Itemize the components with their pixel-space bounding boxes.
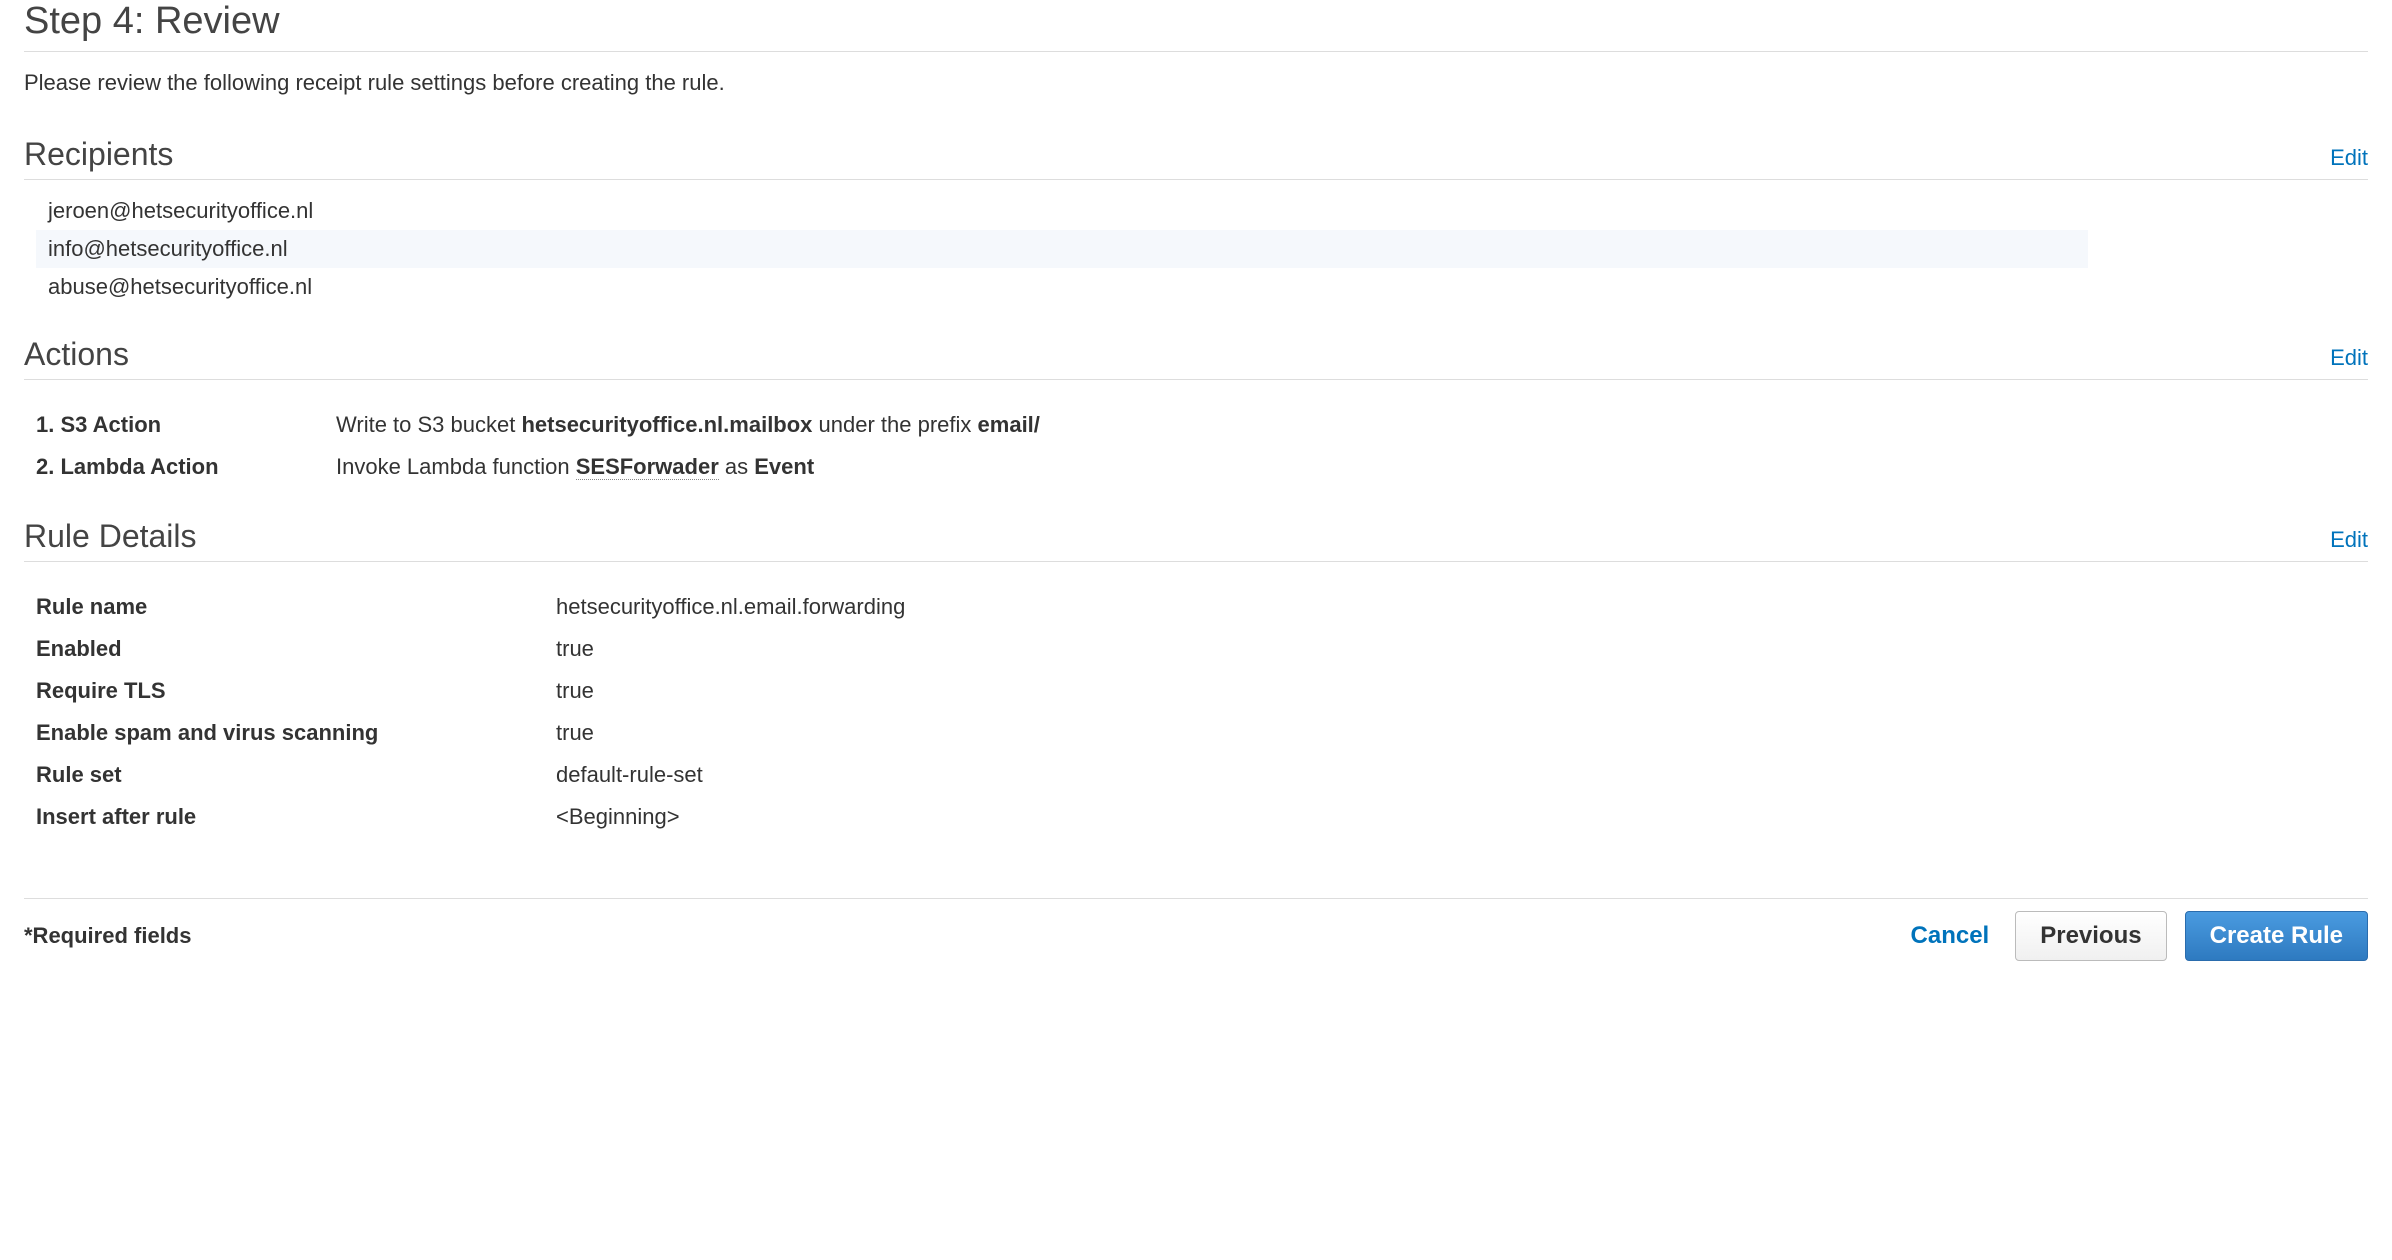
action-text: Write to S3 bucket [336, 412, 521, 437]
detail-row-enabled: Enabled true [36, 628, 2368, 670]
detail-label: Rule set [36, 762, 556, 788]
action-text: Invoke Lambda function [336, 454, 576, 479]
recipients-edit-link[interactable]: Edit [2330, 145, 2368, 171]
intro-text: Please review the following receipt rule… [24, 70, 2368, 96]
action-desc: Write to S3 bucket hetsecurityoffice.nl.… [336, 412, 1040, 438]
detail-row-spam-scan: Enable spam and virus scanning true [36, 712, 2368, 754]
recipient-row: jeroen@hetsecurityoffice.nl [36, 192, 2088, 230]
create-rule-button[interactable]: Create Rule [2185, 911, 2368, 961]
action-label: 1. S3 Action [36, 412, 336, 438]
detail-value: true [556, 720, 594, 746]
detail-label: Enable spam and virus scanning [36, 720, 556, 746]
detail-label: Rule name [36, 594, 556, 620]
detail-value: default-rule-set [556, 762, 703, 788]
action-lambda-function: SESForwader [576, 454, 719, 480]
recipient-row: info@hetsecurityoffice.nl [36, 230, 2088, 268]
action-label: 2. Lambda Action [36, 454, 336, 480]
recipients-list: jeroen@hetsecurityoffice.nl info@hetsecu… [36, 192, 2368, 306]
action-row-lambda: 2. Lambda Action Invoke Lambda function … [36, 446, 2368, 488]
action-row-s3: 1. S3 Action Write to S3 bucket hetsecur… [36, 404, 2368, 446]
detail-row-insert-after: Insert after rule <Beginning> [36, 796, 2368, 838]
actions-edit-link[interactable]: Edit [2330, 345, 2368, 371]
cancel-button[interactable]: Cancel [1903, 922, 1998, 950]
actions-block: 1. S3 Action Write to S3 bucket hetsecur… [36, 404, 2368, 488]
action-prefix: email/ [978, 412, 1040, 437]
footer-buttons: Cancel Previous Create Rule [1903, 911, 2368, 961]
rule-details-block: Rule name hetsecurityoffice.nl.email.for… [36, 586, 2368, 838]
footer: *Required fields Cancel Previous Create … [24, 898, 2368, 961]
action-text: as [719, 454, 754, 479]
detail-value: true [556, 636, 594, 662]
recipient-row: abuse@hetsecurityoffice.nl [36, 268, 2088, 306]
rule-details-edit-link[interactable]: Edit [2330, 527, 2368, 553]
detail-label: Enabled [36, 636, 556, 662]
recipients-header: Recipients Edit [24, 136, 2368, 180]
action-desc: Invoke Lambda function SESForwader as Ev… [336, 454, 814, 480]
actions-header: Actions Edit [24, 336, 2368, 380]
action-text: under the prefix [812, 412, 977, 437]
action-bucket: hetsecurityoffice.nl.mailbox [521, 412, 812, 437]
required-fields-note: *Required fields [24, 923, 191, 949]
detail-label: Insert after rule [36, 804, 556, 830]
detail-value: <Beginning> [556, 804, 680, 830]
previous-button[interactable]: Previous [2015, 911, 2166, 961]
rule-details-title: Rule Details [24, 518, 197, 555]
rule-details-header: Rule Details Edit [24, 518, 2368, 562]
detail-row-tls: Require TLS true [36, 670, 2368, 712]
detail-label: Require TLS [36, 678, 556, 704]
detail-row-rule-set: Rule set default-rule-set [36, 754, 2368, 796]
actions-title: Actions [24, 336, 129, 373]
action-invoke-type: Event [754, 454, 814, 479]
step-title: Step 4: Review [24, 0, 2368, 52]
recipients-title: Recipients [24, 136, 173, 173]
detail-row-rule-name: Rule name hetsecurityoffice.nl.email.for… [36, 586, 2368, 628]
detail-value: hetsecurityoffice.nl.email.forwarding [556, 594, 905, 620]
detail-value: true [556, 678, 594, 704]
